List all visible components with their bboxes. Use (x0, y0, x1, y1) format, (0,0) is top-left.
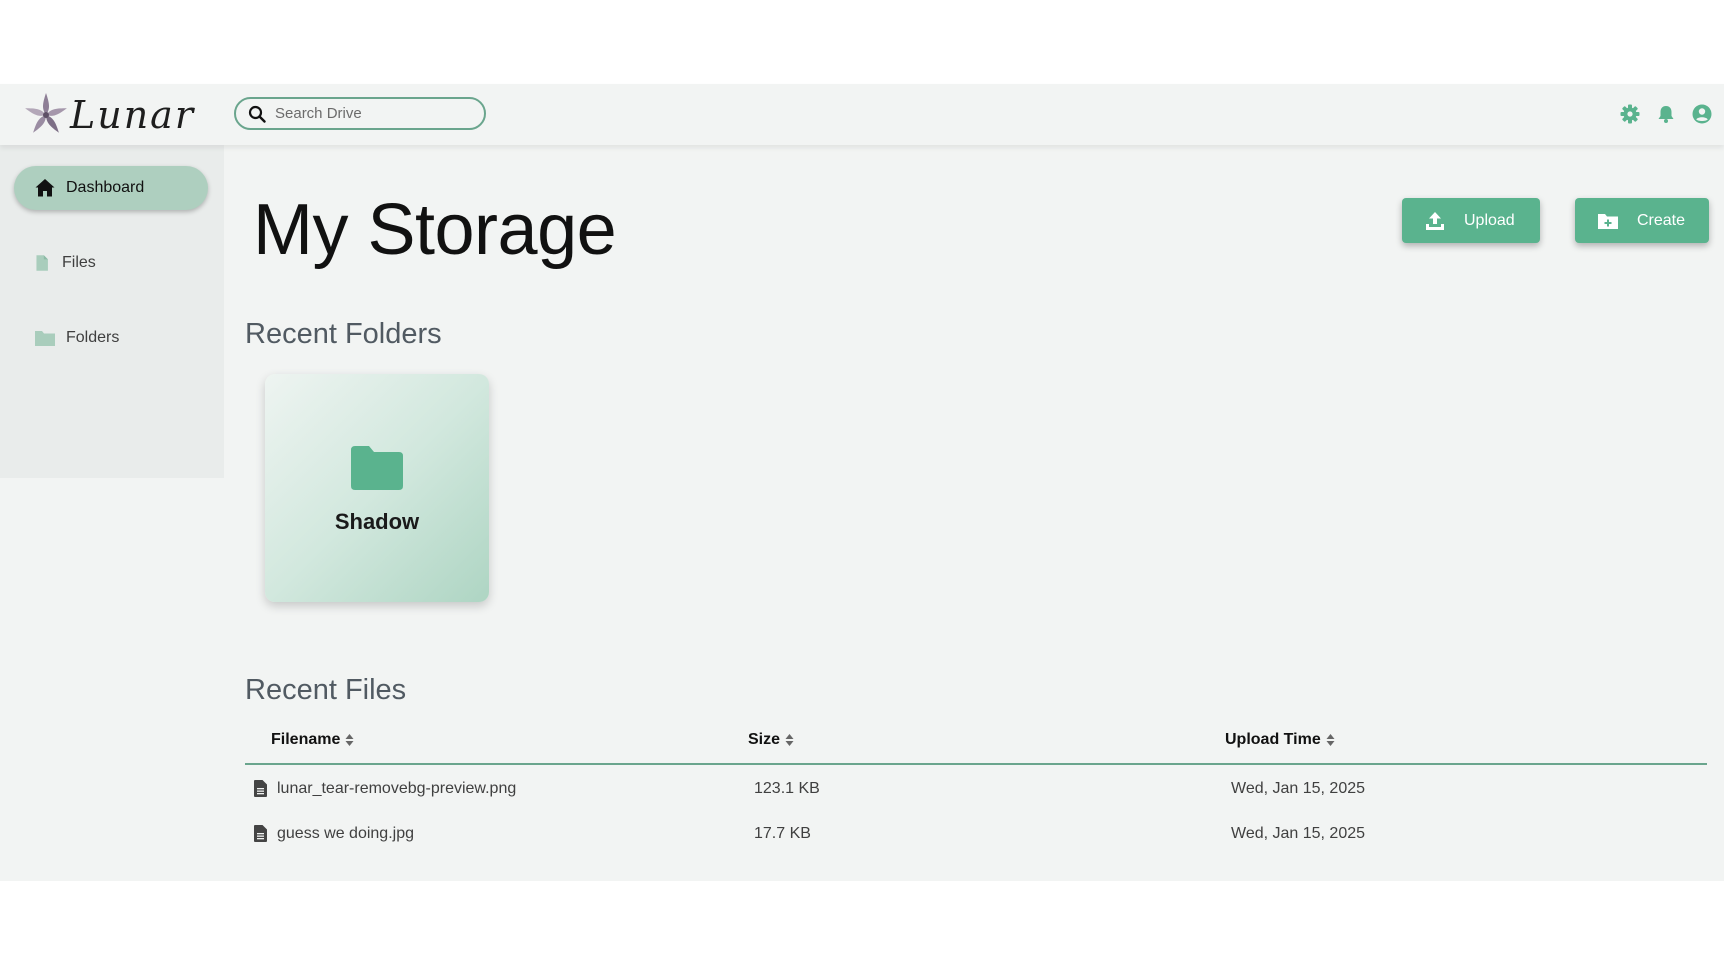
column-header-filename[interactable]: Filename (271, 731, 354, 749)
app-name: Lunar (70, 93, 196, 137)
folder-plus-icon (1598, 213, 1618, 229)
sidebar-item-files[interactable]: Files (14, 241, 208, 285)
create-label: Create (1637, 211, 1686, 229)
create-button[interactable]: Create (1575, 198, 1709, 243)
logo[interactable]: Lunar (22, 90, 195, 140)
sort-icon (345, 734, 354, 746)
column-header-size[interactable]: Size (748, 731, 794, 749)
search-icon (248, 105, 266, 123)
recent-files-table: Filename Size Upload Time lunar_tear-rem… (245, 719, 1707, 855)
upload-button[interactable]: Upload (1402, 198, 1540, 243)
file-icon (254, 780, 267, 797)
search-box[interactable] (234, 97, 486, 130)
user-circle-icon[interactable] (1692, 104, 1712, 124)
file-upload-time: Wed, Jan 15, 2025 (1231, 780, 1366, 797)
header-actions (1620, 104, 1712, 124)
file-name[interactable]: guess we doing.jpg (277, 825, 414, 843)
column-label: Size (748, 731, 781, 748)
file-size: 17.7 KB (754, 825, 811, 842)
home-icon (35, 179, 55, 197)
search-input[interactable] (273, 104, 477, 123)
folder-name: Shadow (334, 509, 420, 534)
lily-logo-icon (25, 93, 67, 133)
folder-icon (351, 446, 403, 490)
folder-icon (35, 331, 55, 346)
file-icon (36, 255, 48, 271)
file-upload-time: Wed, Jan 15, 2025 (1231, 825, 1366, 842)
recent-folders-heading: Recent Folders (245, 318, 442, 350)
bell-icon[interactable] (1656, 104, 1676, 124)
column-label: Filename (271, 731, 341, 748)
table-row[interactable]: guess we doing.jpg 17.7 KB Wed, Jan 15, … (245, 810, 1707, 855)
sidebar-item-dashboard[interactable]: Dashboard (14, 166, 208, 210)
folder-card[interactable]: Shadow (265, 374, 489, 602)
upload-icon (1426, 211, 1444, 230)
sidebar-item-label: Folders (66, 329, 120, 346)
table-header: Filename Size Upload Time (245, 719, 1707, 765)
sidebar: Dashboard Files Folders (0, 145, 224, 478)
file-size: 123.1 KB (754, 780, 820, 797)
column-header-upload-time[interactable]: Upload Time (1225, 731, 1335, 749)
sidebar-item-label: Dashboard (66, 179, 145, 196)
recent-files-heading: Recent Files (245, 674, 407, 706)
sidebar-item-label: Files (62, 254, 96, 271)
sidebar-item-folders[interactable]: Folders (14, 316, 208, 360)
upload-label: Upload (1464, 211, 1515, 229)
table-row[interactable]: lunar_tear-removebg-preview.png 123.1 KB… (245, 765, 1707, 810)
sort-icon (785, 734, 794, 746)
file-name[interactable]: lunar_tear-removebg-preview.png (277, 780, 516, 798)
app-window: Lunar Search Drive Dashboard Files Folde… (0, 84, 1724, 881)
page-title: My Storage (253, 190, 617, 270)
top-bar: Lunar (0, 84, 1724, 145)
gear-icon[interactable] (1620, 104, 1640, 124)
column-label: Upload Time (1225, 731, 1321, 748)
sort-icon (1326, 734, 1335, 746)
file-icon (254, 825, 267, 842)
